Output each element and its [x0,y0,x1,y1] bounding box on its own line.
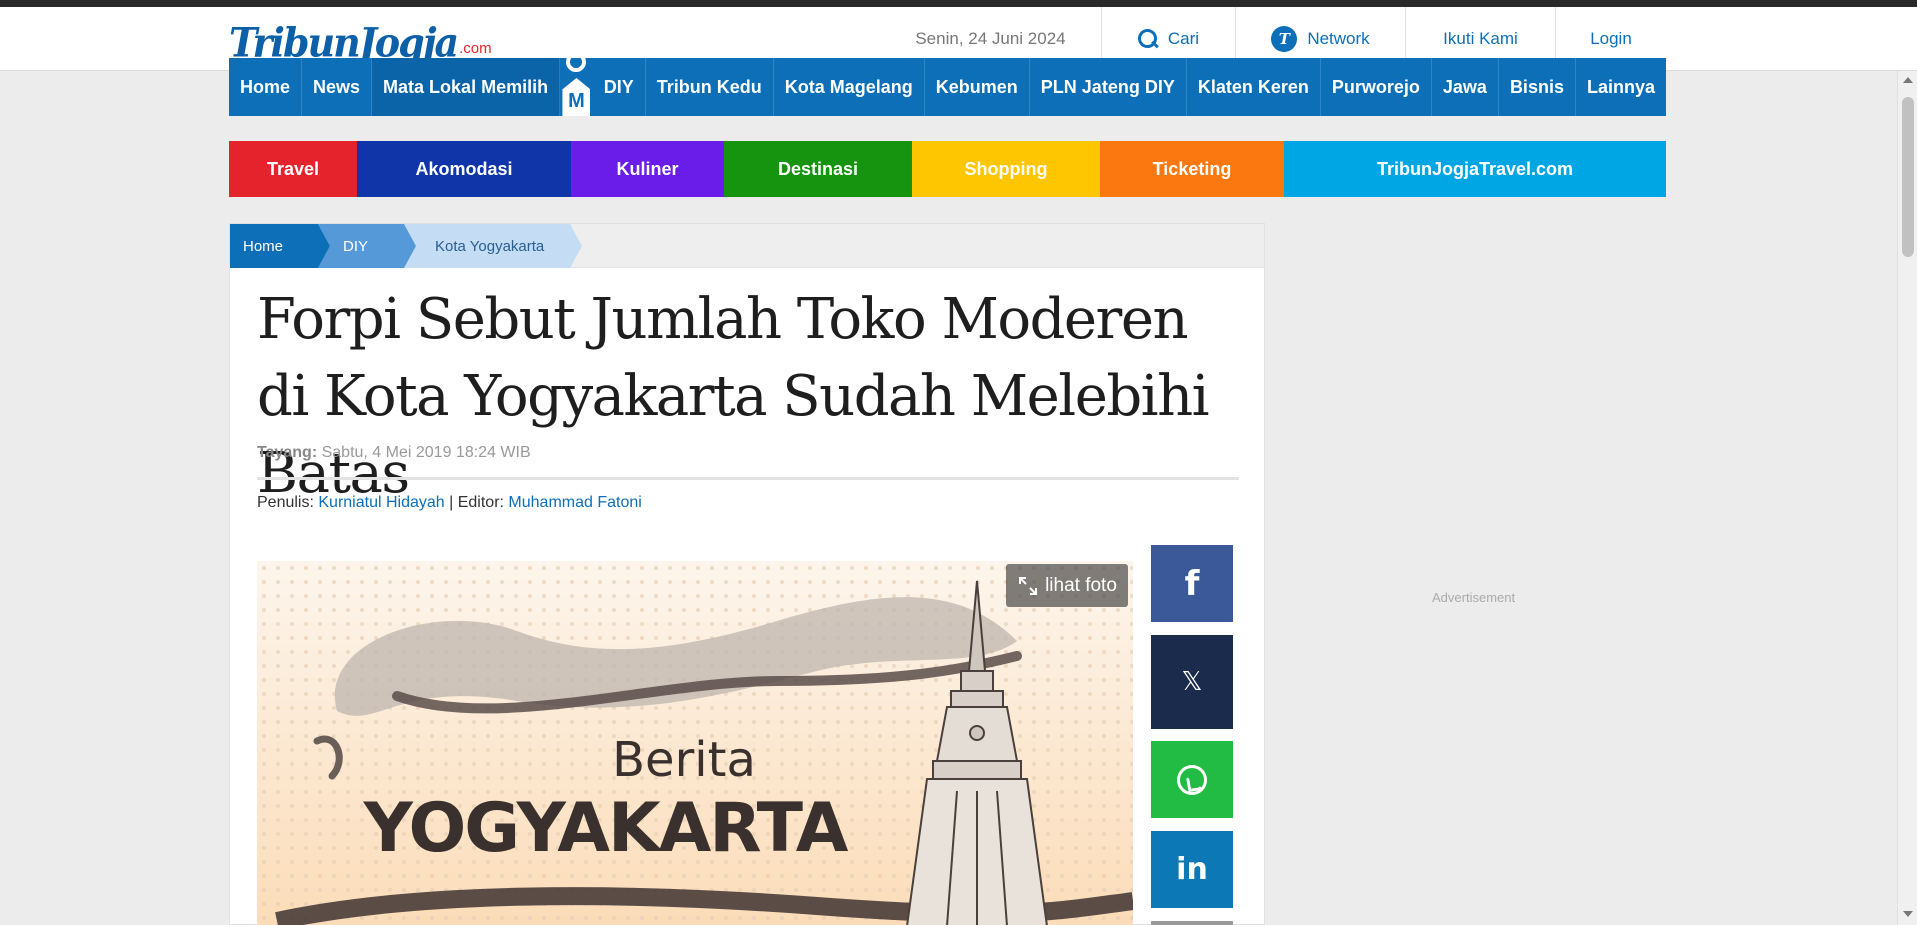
publish-label: Tayang: [257,444,318,461]
breadcrumb: Home DIY Kota Yogyakarta [230,224,1264,268]
advertisement-label: Advertisement [1432,590,1516,605]
writer-link[interactable]: Kurniatul Hidayah [318,494,444,511]
nav-item-lainnya[interactable]: Lainnya [1576,58,1666,116]
editor-label: Editor: [457,494,504,511]
category-destinasi[interactable]: Destinasi [724,141,912,197]
facebook-icon: f [1184,563,1200,604]
article-container: Home DIY Kota Yogyakarta Forpi Sebut Jum… [229,223,1265,925]
share-x-button[interactable]: 𝕏 [1151,635,1233,729]
scroll-down-arrow-icon[interactable] [1903,911,1913,917]
breadcrumb-home[interactable]: Home [230,224,330,268]
x-icon: 𝕏 [1181,667,1203,697]
share-facebook-button[interactable]: f [1151,545,1233,622]
category-ticketing[interactable]: Ticketing [1100,141,1284,197]
nav-item-bisnis[interactable]: Bisnis [1499,58,1576,116]
travel-category-nav: Travel Akomodasi Kuliner Destinasi Shopp… [229,141,1666,197]
article-featured-image[interactable]: Berita YOGYAKARTA [257,561,1133,925]
page-scrollbar[interactable] [1897,71,1917,925]
breadcrumb-diy[interactable]: DIY [318,224,416,268]
nav-item-news[interactable]: News [302,58,373,116]
window-top-strip [0,0,1917,7]
scroll-up-arrow-icon[interactable] [1903,77,1913,83]
nav-item-tribun-kedu[interactable]: Tribun Kedu [646,58,774,116]
nav-item-kebumen[interactable]: Kebumen [925,58,1030,116]
logo-suffix: .com [459,40,492,57]
search-label: Cari [1167,29,1200,48]
main-navigation: Home News Mata Lokal Memilih M DIY Tribu… [229,52,1666,116]
category-tribunjogjatravel[interactable]: TribunJogjaTravel.com [1284,141,1666,197]
writer-label: Penulis: [257,494,314,511]
berita-yogyakarta-illustration: Berita YOGYAKARTA [257,561,1133,925]
editor-link[interactable]: Muhammad Fatoni [508,494,641,511]
author-divider: | [444,494,458,511]
publish-info: Tayang: Sabtu, 4 Mei 2019 18:24 WIB [257,444,531,462]
view-photo-label: lihat foto [1045,574,1117,596]
share-linkedin-button[interactable]: in [1151,831,1233,908]
nav-item-purworejo[interactable]: Purworejo [1321,58,1432,116]
author-info: Penulis: Kurniatul Hidayah | Editor: Muh… [257,494,642,512]
mascot-ring [566,52,587,72]
publish-date: Sabtu, 4 Mei 2019 18:24 WIB [317,444,531,461]
photo-text-yogyakarta: YOGYAKARTA [363,789,849,868]
scroll-thumb[interactable] [1902,97,1914,257]
category-kuliner[interactable]: Kuliner [571,141,724,197]
category-akomodasi[interactable]: Akomodasi [357,141,571,197]
nav-item-home[interactable]: Home [229,58,303,116]
network-label: Network [1307,29,1370,48]
share-whatsapp-button[interactable] [1151,741,1233,818]
nav-item-mata-lokal-memilih[interactable]: Mata Lokal Memilih [372,58,561,116]
expand-icon [1019,576,1038,595]
nav-item-kota-magelang[interactable]: Kota Magelang [774,58,925,116]
mascot-letter: M [562,78,591,116]
meta-divider [257,477,1239,480]
nav-item-pln-jateng-diy[interactable]: PLN Jateng DIY [1030,58,1187,116]
share-more-button[interactable] [1151,921,1233,925]
mata-lokal-mascot-icon[interactable]: M [562,52,591,116]
whatsapp-icon [1177,764,1207,795]
view-photo-button[interactable]: lihat foto [1006,564,1128,607]
category-shopping[interactable]: Shopping [912,141,1100,197]
breadcrumb-kota-yogyakarta[interactable]: Kota Yogyakarta [404,224,582,268]
nav-item-diy[interactable]: DIY [593,58,646,116]
search-icon [1137,29,1158,49]
nav-item-jawa[interactable]: Jawa [1432,58,1499,116]
photo-text-berita: Berita [612,732,756,788]
linkedin-icon: in [1176,852,1208,887]
nav-item-klaten-keren[interactable]: Klaten Keren [1187,58,1321,116]
category-travel[interactable]: Travel [229,141,357,197]
network-icon: T [1271,26,1298,52]
